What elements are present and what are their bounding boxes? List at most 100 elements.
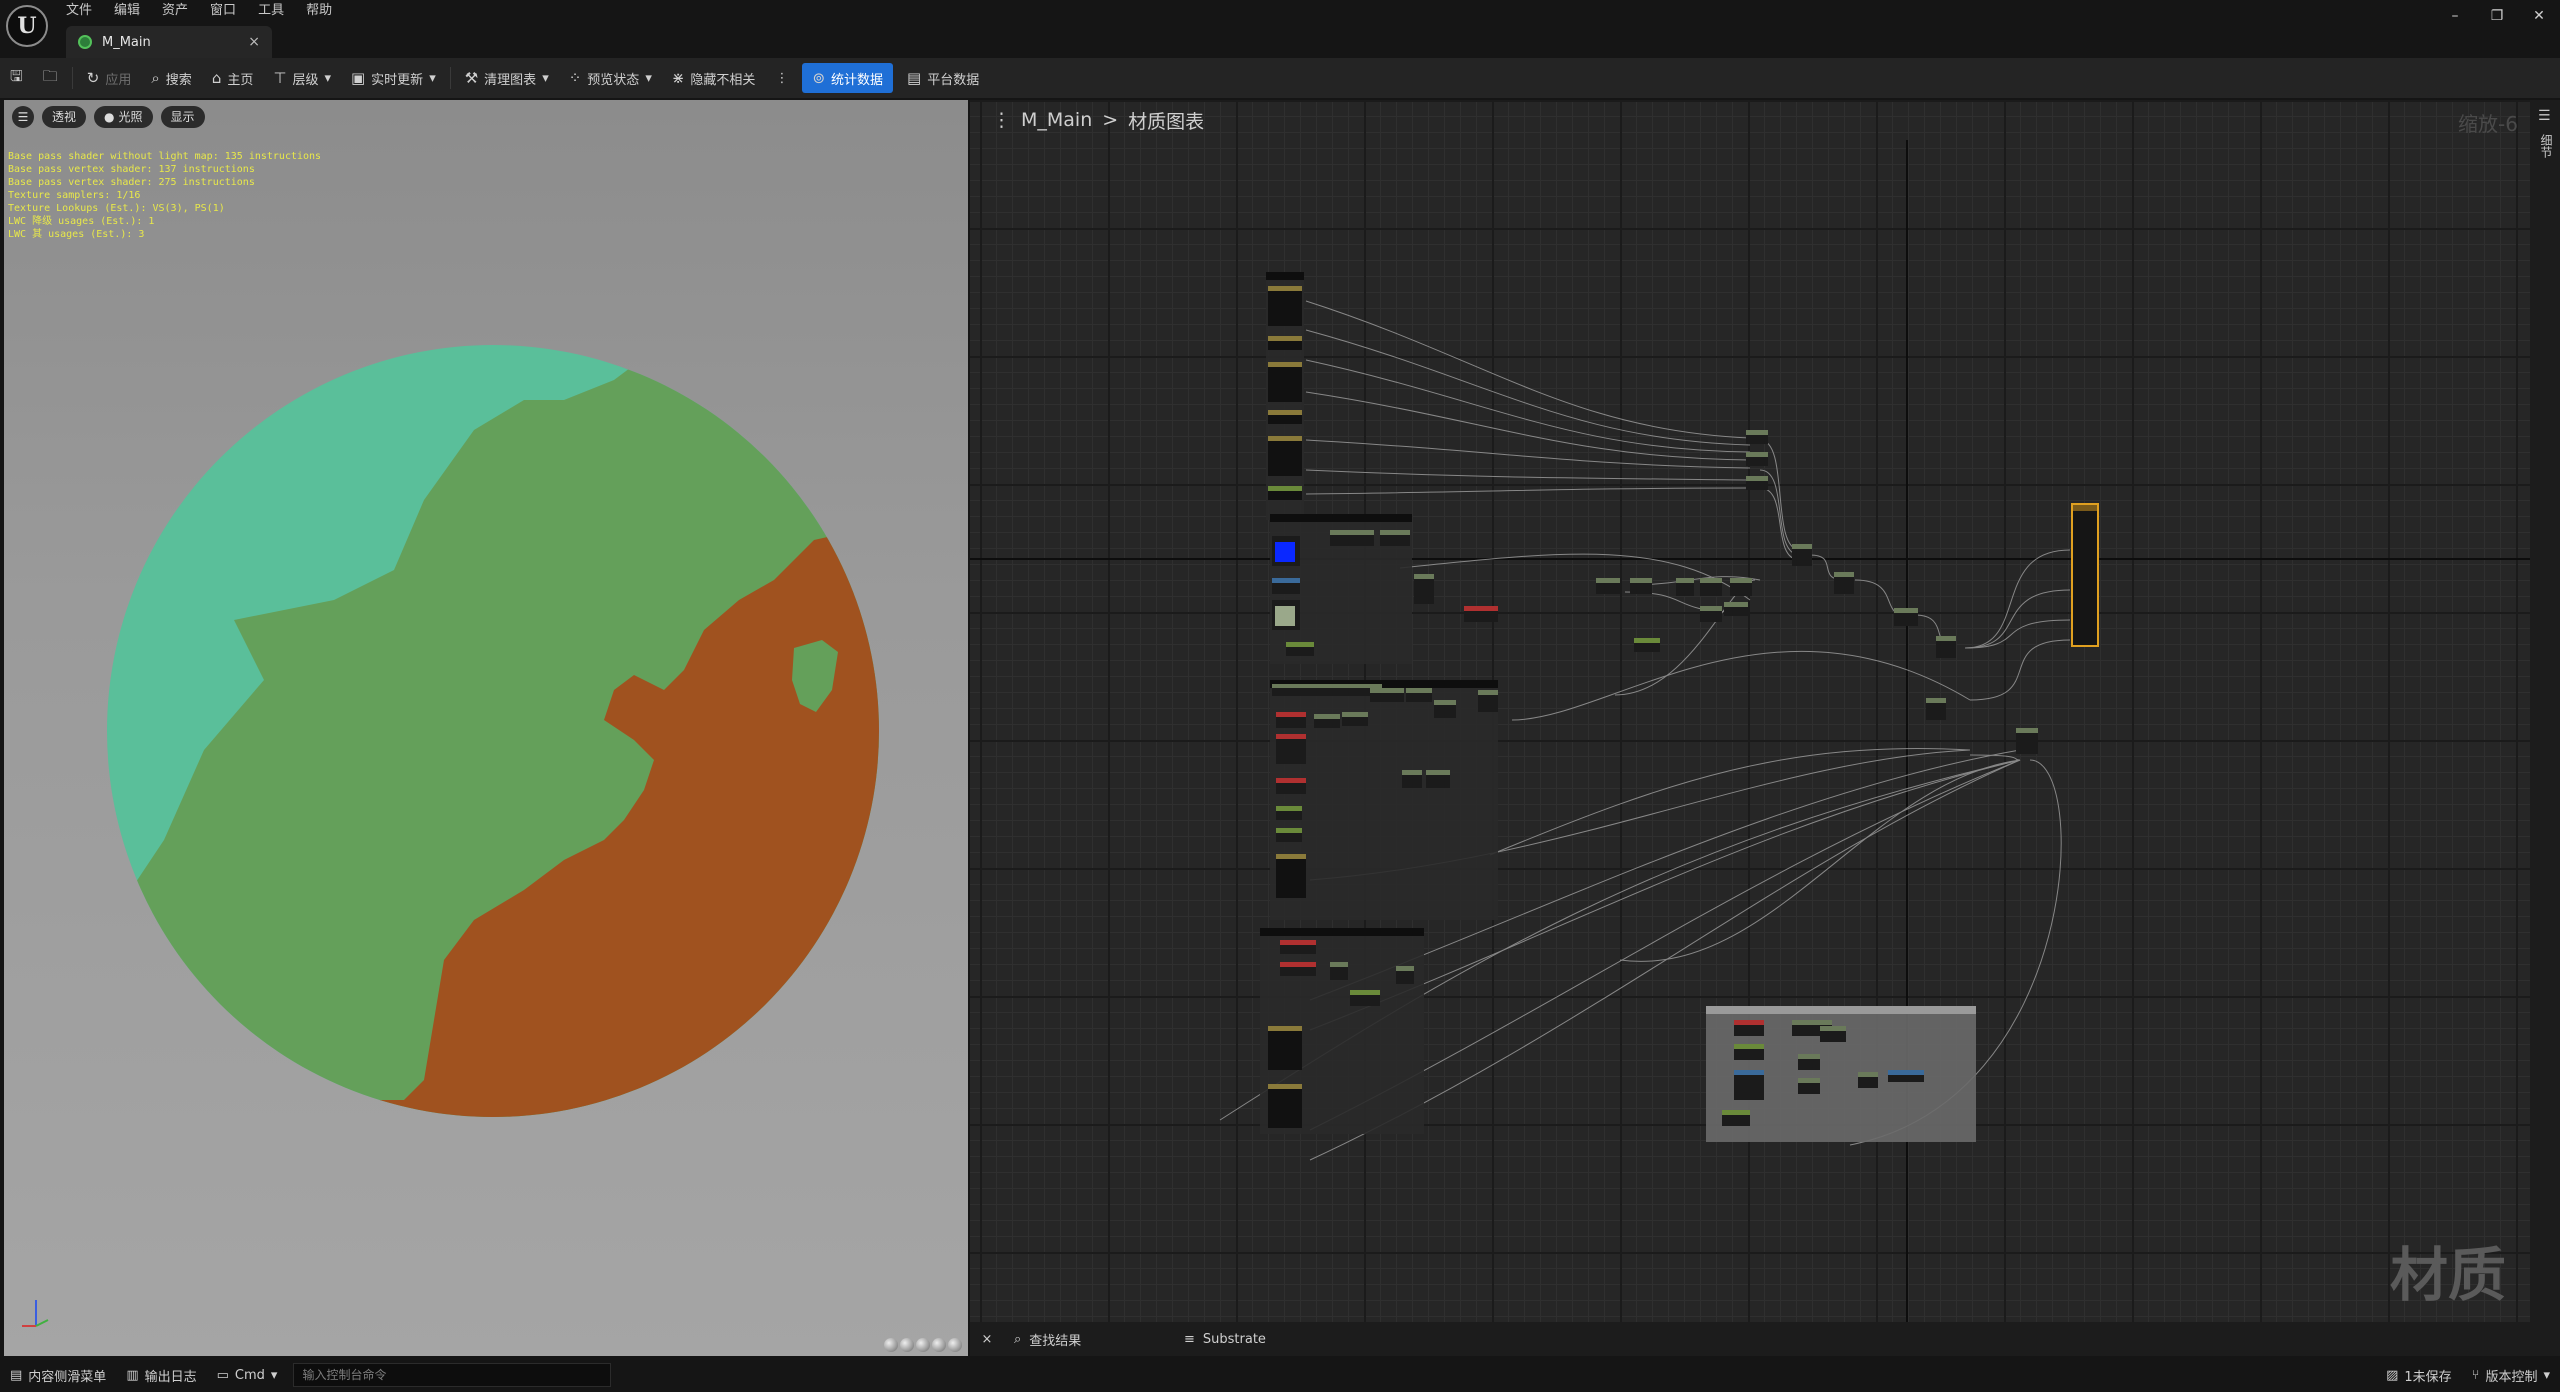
texture-node[interactable] <box>1268 1026 1302 1070</box>
texture-node[interactable] <box>1268 1084 1302 1128</box>
node-header <box>1268 486 1302 491</box>
cmd-dropdown[interactable]: ▭ Cmd ▾ <box>207 1361 288 1389</box>
hide-unrelated-button[interactable]: ⋇ 隐藏不相关 <box>662 63 766 93</box>
status-right: ▨ 1未保存 ⑂ 版本控制 ▾ <box>2376 1361 2560 1389</box>
texture-node[interactable] <box>1268 286 1302 326</box>
console-command-input[interactable]: 输入控制台命令 <box>293 1363 612 1387</box>
node-header <box>1286 642 1314 647</box>
material-icon <box>78 35 92 49</box>
save-button[interactable]: 🖫 <box>0 63 33 93</box>
node-header <box>1746 430 1768 435</box>
log-icon: ▥ <box>126 1367 139 1383</box>
search-button[interactable]: ⌕ 搜索 <box>141 63 201 93</box>
menu-help[interactable]: 帮助 <box>306 0 332 22</box>
details-side-tab[interactable]: ☰ 细节 <box>2530 100 2560 1322</box>
breadcrumb-current[interactable]: 材质图表 <box>1128 107 1204 134</box>
hide-unrelated-icon: ⋇ <box>671 69 685 87</box>
find-results-label: 查找结果 <box>1029 1333 1082 1349</box>
node-header <box>1276 806 1302 811</box>
asset-tab[interactable]: M_Main × <box>66 26 272 58</box>
substrate-tab[interactable]: ≡ Substrate <box>1174 1332 1344 1347</box>
search-label: 搜索 <box>165 72 192 88</box>
texture-node[interactable] <box>1268 436 1302 476</box>
unsaved-button[interactable]: ▨ 1未保存 <box>2376 1361 2462 1389</box>
restore-button[interactable]: ❐ <box>2476 0 2518 32</box>
substrate-icon: ≡ <box>1184 1331 1195 1347</box>
breadcrumb: ⋮ M_Main > 材质图表 <box>970 100 2530 140</box>
minimize-button[interactable]: – <box>2434 0 2476 32</box>
breadcrumb-root[interactable]: M_Main <box>1021 109 1092 131</box>
node-header <box>1276 734 1306 739</box>
node-header <box>1596 578 1620 583</box>
hamburger-icon: ☰ <box>2538 108 2551 124</box>
sphere-preview-icon[interactable] <box>900 1338 914 1352</box>
find-results-tab[interactable]: ⌕ 查找结果 <box>1004 1330 1174 1349</box>
node-header <box>1730 578 1752 583</box>
chevron-down-icon: ▾ <box>645 70 652 86</box>
more-icon: ⋮ <box>775 70 789 86</box>
live-update-button[interactable]: ▣ 实时更新 ▾ <box>341 63 446 93</box>
menu-file[interactable]: 文件 <box>66 0 92 22</box>
chevron-down-icon: ▾ <box>429 70 436 86</box>
node-header <box>1276 854 1306 859</box>
clean-graph-button[interactable]: ⚒ 清理图表 ▾ <box>455 63 559 93</box>
menu-window[interactable]: 窗口 <box>210 0 236 22</box>
preview-viewport[interactable]: ☰ 透视 ● 光照 显示 Base pass shader without lig… <box>4 100 968 1356</box>
hierarchy-button[interactable]: ⊤ 层级 ▾ <box>263 63 341 93</box>
apply-label: 应用 <box>105 72 132 88</box>
content-drawer-button[interactable]: ▤ 内容侧滑菜单 <box>0 1361 116 1389</box>
node-header <box>1268 286 1302 291</box>
cylinder-preview-icon[interactable] <box>884 1338 898 1352</box>
graph-menu-icon[interactable]: ⋮ <box>992 109 1011 131</box>
menu-tools[interactable]: 工具 <box>258 0 284 22</box>
toolbar-more-button[interactable]: ⋮ <box>765 63 798 93</box>
node-header <box>1330 962 1348 967</box>
plane-preview-icon[interactable] <box>916 1338 930 1352</box>
node-header <box>1676 578 1694 583</box>
node-header <box>1746 476 1768 481</box>
menu-asset[interactable]: 资产 <box>162 0 188 22</box>
node-header <box>1734 1044 1764 1049</box>
unreal-logo-icon[interactable]: U <box>6 5 48 47</box>
apply-button[interactable]: ↻ 应用 <box>77 63 142 93</box>
preview-state-button[interactable]: ⁘ 预览状态 ▾ <box>559 63 662 93</box>
comment-header <box>1706 1006 1976 1014</box>
close-window-button[interactable]: ✕ <box>2518 0 2560 32</box>
zoom-level: 缩放-6 <box>2458 112 2518 136</box>
preview-state-icon: ⁘ <box>568 69 582 87</box>
node-header <box>1820 1026 1846 1031</box>
node-header <box>1792 544 1812 549</box>
node-header <box>1268 336 1302 341</box>
node-header <box>1630 578 1652 583</box>
breadcrumb-separator: > <box>1102 109 1119 131</box>
material-output-node[interactable] <box>2071 503 2099 647</box>
toolbar-divider <box>449 67 451 89</box>
substrate-label: Substrate <box>1202 1331 1266 1347</box>
source-control-icon: ⑂ <box>2471 1367 2480 1383</box>
node-header <box>1276 778 1306 783</box>
stats-icon: ⊚ <box>812 69 826 87</box>
node-header <box>1464 606 1498 611</box>
home-button[interactable]: ⌂ 主页 <box>202 63 264 93</box>
output-log-button[interactable]: ▥ 输出日志 <box>116 1361 206 1389</box>
close-tab-icon[interactable]: × <box>248 34 260 50</box>
node-header <box>1268 1026 1302 1031</box>
terminal-icon: ▭ <box>216 1367 229 1383</box>
comment-header <box>1270 514 1412 522</box>
stats-button[interactable]: ⊚ 统计数据 <box>802 63 894 93</box>
node-header <box>1268 436 1302 441</box>
texture-node[interactable] <box>1268 362 1302 402</box>
apply-icon: ↻ <box>86 69 100 87</box>
window-controls: – ❐ ✕ <box>2434 0 2560 32</box>
chevron-down-icon: ▾ <box>270 1367 278 1383</box>
platform-stats-icon: ▤ <box>907 69 922 87</box>
material-graph[interactable]: ⋮ M_Main > 材质图表 缩放-6 材质 <box>970 100 2530 1322</box>
texture-node[interactable] <box>1276 854 1306 898</box>
platform-stats-button[interactable]: ▤ 平台数据 <box>897 63 989 93</box>
menu-edit[interactable]: 编辑 <box>114 0 140 22</box>
browse-button[interactable]: 🗀 <box>33 63 68 93</box>
teapot-preview-icon[interactable] <box>948 1338 962 1352</box>
source-control-button[interactable]: ⑂ 版本控制 ▾ <box>2462 1361 2560 1389</box>
close-panel-icon[interactable]: × <box>970 1332 1004 1347</box>
cube-preview-icon[interactable] <box>932 1338 946 1352</box>
